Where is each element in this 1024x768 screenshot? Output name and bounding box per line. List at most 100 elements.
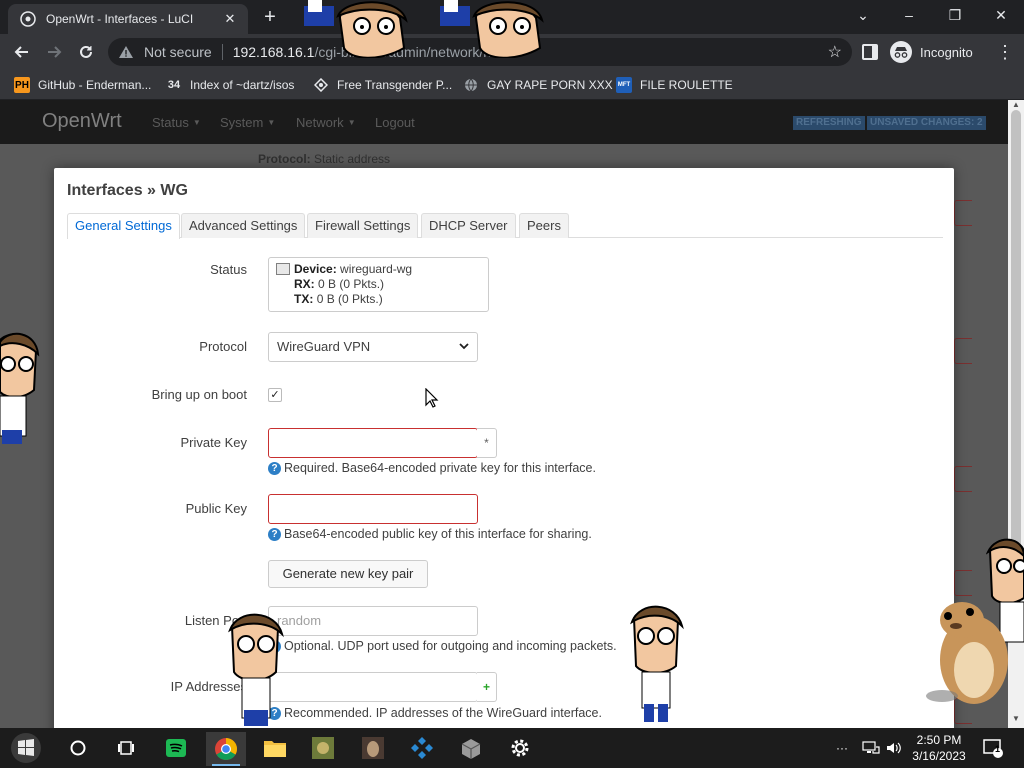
- menu-network[interactable]: Network ▼: [296, 115, 356, 130]
- private-key-hint-text: Required. Base64-encoded private key for…: [284, 461, 596, 475]
- spotify-icon[interactable]: [162, 734, 190, 762]
- task-view-icon[interactable]: [112, 734, 140, 762]
- bookmark-item[interactable]: GAY RAPE PORN XXX: [463, 70, 613, 100]
- tab-firewall-settings[interactable]: Firewall Settings: [307, 213, 419, 238]
- bookmark-label: Index of ~dartz/isos: [190, 78, 295, 92]
- status-tx: TX: 0 B (0 Pkts.): [294, 292, 383, 306]
- private-key-input[interactable]: [268, 428, 478, 458]
- file-explorer-icon[interactable]: [261, 734, 289, 762]
- cartoon-sticker: [0, 330, 40, 455]
- incognito-label: Incognito: [920, 44, 973, 60]
- tab-advanced-settings[interactable]: Advanced Settings: [181, 213, 306, 238]
- chrome-icon[interactable]: [206, 732, 246, 766]
- public-key-hint-text: Base64-encoded public key of this interf…: [284, 527, 592, 541]
- boot-checkbox[interactable]: ✓: [268, 388, 282, 402]
- caret-down-icon: ▼: [267, 118, 276, 127]
- menu-logout[interactable]: Logout: [375, 115, 415, 130]
- bookmark-item[interactable]: PH GitHub - Enderman...: [14, 70, 151, 100]
- reveal-password-button[interactable]: *: [477, 428, 497, 458]
- chevron-down-icon: [459, 333, 469, 373]
- protocol-select-value: WireGuard VPN: [277, 339, 371, 354]
- new-tab-button[interactable]: +: [258, 6, 282, 28]
- app-icon-2[interactable]: [359, 734, 387, 762]
- clock-time: 2:50 PM: [916, 733, 962, 747]
- bookmark-item[interactable]: MFT FILE ROULETTE: [616, 70, 733, 100]
- warning-icon[interactable]: [118, 44, 134, 60]
- not-secure-label[interactable]: Not secure: [144, 44, 212, 60]
- minimize-button[interactable]: –: [886, 0, 932, 30]
- settings-gear-icon[interactable]: [506, 734, 534, 762]
- search-icon[interactable]: [64, 734, 92, 762]
- public-key-input[interactable]: [268, 494, 478, 524]
- number-icon: 34: [167, 79, 181, 91]
- status-rx: RX: 0 B (0 Pkts.): [294, 277, 385, 291]
- app-icon-4[interactable]: [457, 734, 485, 762]
- active-app-indicator: [212, 764, 240, 766]
- menu-system-label: System: [220, 115, 264, 130]
- scroll-down-icon[interactable]: ▼: [1012, 715, 1020, 723]
- tab-close-icon[interactable]: ✕: [222, 11, 238, 27]
- notification-center-icon[interactable]: 1: [982, 728, 1004, 768]
- app-icon-3[interactable]: [408, 734, 436, 762]
- menu-status-label: Status: [152, 115, 189, 130]
- hamster-sticker: [924, 590, 1014, 715]
- system-clock[interactable]: 2:50 PM 3/16/2023: [906, 732, 972, 764]
- incognito-profile-button[interactable]: Incognito: [890, 38, 973, 66]
- refreshing-indicator[interactable]: REFRESHING: [793, 116, 865, 130]
- boot-label: Bring up on boot: [151, 387, 247, 402]
- listen-port-input[interactable]: random: [268, 606, 478, 636]
- page-viewport: OpenWrt Status ▼ System ▼ Network ▼ Logout …: [0, 100, 1008, 728]
- restore-button[interactable]: ❐: [932, 0, 978, 30]
- file-roulette-icon: MFT: [616, 77, 632, 93]
- generate-key-pair-button[interactable]: Generate new key pair: [268, 560, 428, 588]
- caret-down-icon: ▼: [347, 118, 356, 127]
- protocol-label: Protocol: [199, 339, 247, 354]
- bookmark-star-icon[interactable]: ☆: [828, 42, 842, 62]
- ip-addresses-hint-text: Recommended. IP addresses of the WireGua…: [284, 706, 602, 720]
- forward-arrow-icon[interactable]: [42, 40, 66, 64]
- browser-menu-icon[interactable]: ⋮: [996, 42, 1014, 62]
- tab-dhcp-server[interactable]: DHCP Server: [421, 213, 516, 238]
- bookmark-item[interactable]: 34 Index of ~dartz/isos: [166, 70, 295, 100]
- cartoon-sticker: [436, 0, 556, 63]
- browser-tab[interactable]: OpenWrt - Interfaces - LuCI ✕: [8, 4, 248, 34]
- protocol-select[interactable]: WireGuard VPN: [268, 332, 478, 362]
- unsaved-changes-indicator[interactable]: UNSAVED CHANGES: 2: [867, 116, 986, 130]
- ip-address-input[interactable]: [268, 672, 478, 702]
- listen-port-hint: ? Optional. UDP port used for outgoing a…: [268, 639, 617, 653]
- menu-network-label: Network: [296, 115, 344, 130]
- side-panel-icon[interactable]: [862, 44, 878, 60]
- back-arrow-icon[interactable]: [10, 40, 34, 64]
- background-button: [954, 466, 972, 492]
- network-icon[interactable]: [862, 728, 880, 768]
- openwrt-favicon-icon: [20, 11, 36, 27]
- tab-general-settings[interactable]: General Settings: [67, 213, 180, 239]
- clock-date: 3/16/2023: [912, 749, 966, 763]
- close-window-button[interactable]: ✕: [978, 0, 1024, 30]
- background-button: [954, 200, 972, 226]
- background-button: [954, 338, 972, 364]
- bookmark-item[interactable]: Free Transgender P...: [313, 70, 452, 100]
- menu-system[interactable]: System ▼: [220, 115, 275, 130]
- network-device-icon: [276, 263, 290, 275]
- scroll-up-icon[interactable]: ▲: [1012, 101, 1020, 109]
- tab-search-chevron-icon[interactable]: ⌄: [840, 0, 886, 30]
- bookmark-label: Free Transgender P...: [337, 78, 453, 92]
- app-icon-1[interactable]: [309, 734, 337, 762]
- cartoon-sticker: [226, 612, 286, 733]
- public-key-hint: ? Base64-encoded public key of this inte…: [268, 527, 592, 541]
- cartoon-sticker: [300, 0, 420, 63]
- reload-icon[interactable]: [74, 40, 98, 64]
- openwrt-brand[interactable]: OpenWrt: [42, 110, 122, 133]
- tab-peers[interactable]: Peers: [519, 213, 569, 238]
- tray-overflow-icon[interactable]: ···: [836, 728, 848, 768]
- start-button[interactable]: [8, 732, 44, 764]
- ip-addresses-hint: ? Recommended. IP addresses of the WireG…: [268, 706, 602, 720]
- menu-status[interactable]: Status ▼: [152, 115, 201, 130]
- status-box: Device: wireguard-wg RX: 0 B (0 Pkts.) T…: [268, 257, 489, 312]
- volume-icon[interactable]: [886, 728, 902, 768]
- openwrt-header: OpenWrt Status ▼ System ▼ Network ▼ Logout …: [0, 100, 1008, 144]
- add-ip-button[interactable]: +: [477, 672, 497, 702]
- interface-edit-modal: Interfaces » WG General Settings Advance…: [54, 168, 954, 728]
- modal-tabs: General Settings Advanced Settings Firew…: [67, 213, 943, 239]
